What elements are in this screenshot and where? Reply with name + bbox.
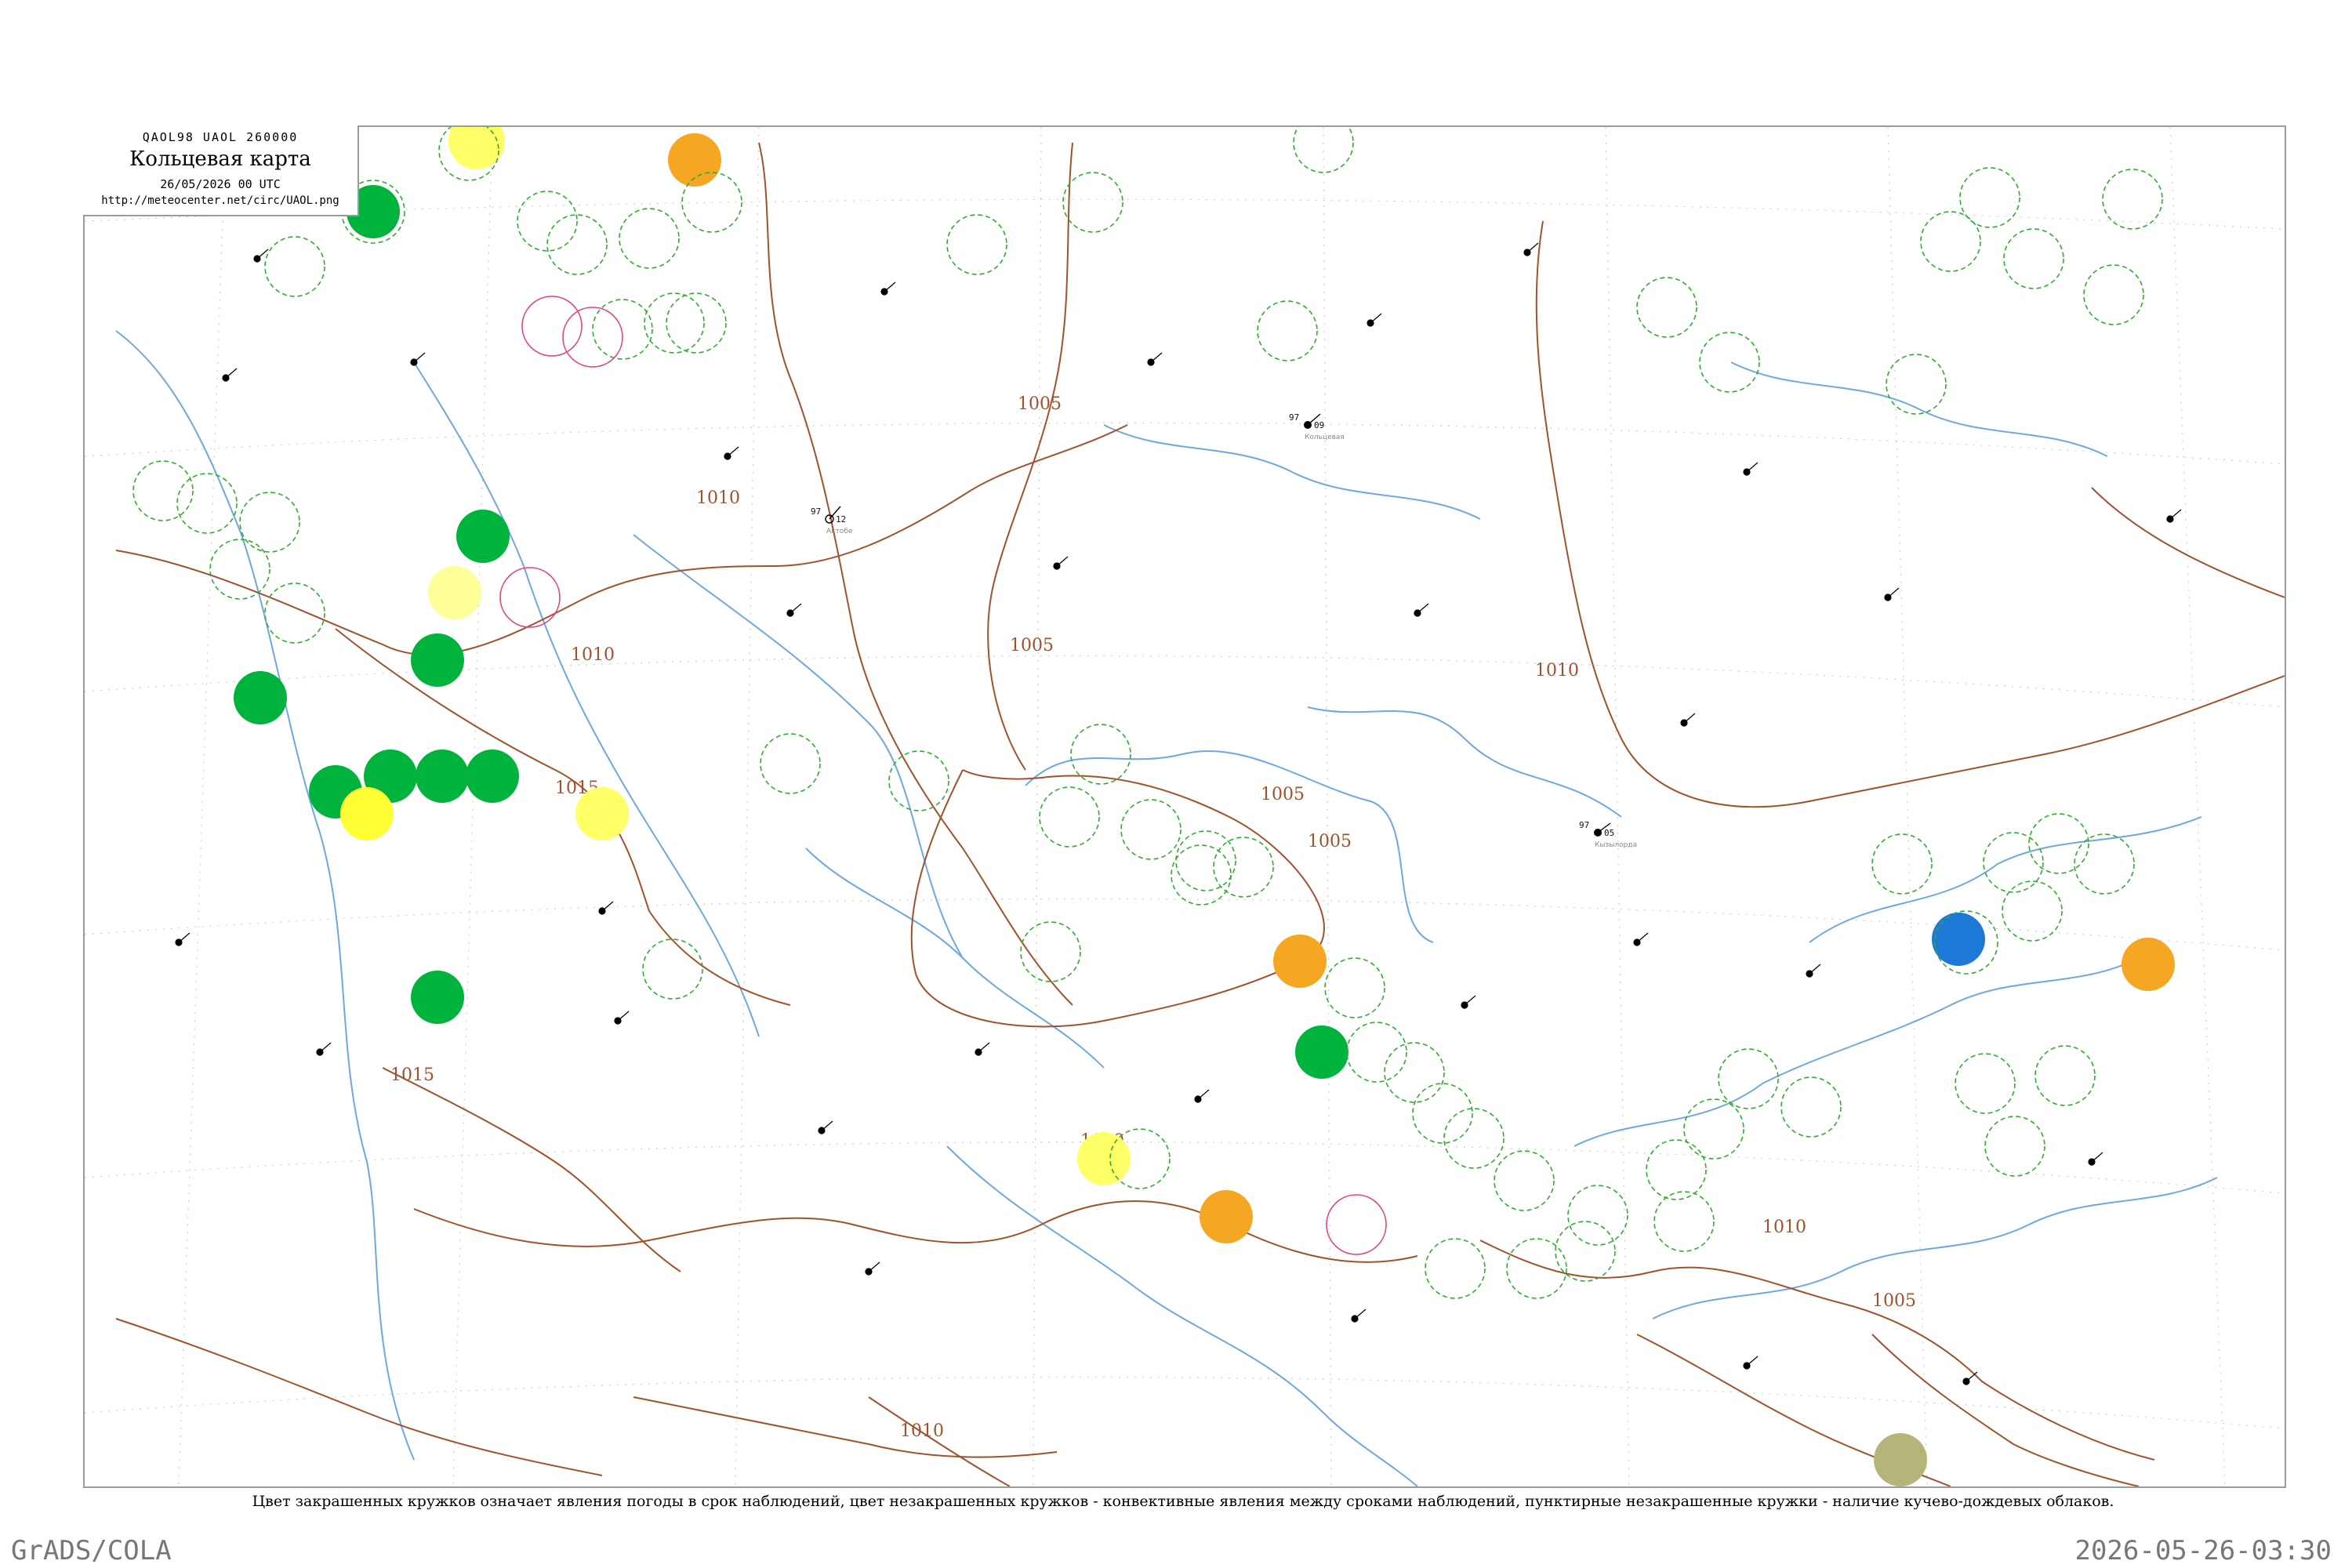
svg-text:97: 97 xyxy=(1579,820,1589,830)
thunderstorm-circle xyxy=(456,510,510,563)
fog-circle xyxy=(448,127,505,169)
svg-text:Кызылорда: Кызылорда xyxy=(1595,841,1637,849)
thunderstorm-circle xyxy=(411,633,464,687)
map-frame: 1005 1010 1015 1005 1005 1010 1010 1015 … xyxy=(83,125,2286,1488)
isobar-label: 1005 xyxy=(1018,394,1062,414)
map-source-url: http://meteocenter.net/circ/UAOL.png xyxy=(101,194,339,207)
cumulonimbus-circles xyxy=(132,127,2163,1299)
fog-circle xyxy=(340,787,394,840)
haze-circle xyxy=(1200,1190,1253,1243)
station-plot: 97 09 Кольцевая xyxy=(1289,412,1345,441)
thunderstorm-circle xyxy=(411,971,464,1024)
dust-circle xyxy=(1874,1433,1927,1486)
svg-text:97: 97 xyxy=(1289,412,1299,423)
svg-text:09: 09 xyxy=(1314,420,1324,430)
map-title: Кольцевая карта xyxy=(129,147,311,171)
haze-circle xyxy=(2122,938,2175,991)
station-plot: 97 05 Кызылорда xyxy=(1579,820,1637,849)
svg-text:Кольцевая: Кольцевая xyxy=(1305,434,1345,441)
isobars xyxy=(115,142,2285,1486)
isobar-label: 1005 xyxy=(1872,1291,1916,1311)
svg-text:97: 97 xyxy=(811,506,821,517)
convective-circles xyxy=(499,296,1387,1255)
rivers xyxy=(115,330,2218,1486)
haze-circle xyxy=(1273,935,1327,988)
thunderstorm-circle xyxy=(466,750,519,803)
isobar-label: 1010 xyxy=(1762,1218,1806,1237)
isobar-label: 1010 xyxy=(696,488,740,508)
bulletin-code: QAOL98 UAOL 260000 xyxy=(142,130,299,144)
map-title-box: QAOL98 UAOL 260000 Кольцевая карта 26/05… xyxy=(83,125,359,216)
isobar-label: 1005 xyxy=(1308,832,1352,851)
thunderstorm-circle xyxy=(234,671,287,724)
svg-text:12: 12 xyxy=(836,514,846,524)
graticule xyxy=(85,127,2285,1486)
isobar-label: 1010 xyxy=(900,1421,944,1441)
weather-map: 1005 1010 1015 1005 1005 1010 1010 1015 … xyxy=(85,127,2285,1486)
present-weather-circles xyxy=(234,127,2175,1486)
rain-circle xyxy=(1932,913,1985,966)
isobar-label-group: 1005 1010 1015 1005 1005 1010 1010 1015 … xyxy=(390,394,1916,1441)
render-timestamp: 2026-05-26-03:30 xyxy=(2074,1535,2332,1566)
legend-caption: Цвет закрашенных кружков означает явлени… xyxy=(252,1493,2114,1510)
thunderstorm-circle xyxy=(1295,1025,1348,1079)
fog-circle xyxy=(575,787,629,840)
isobar-label: 1010 xyxy=(1535,661,1579,681)
isobar-label: 1005 xyxy=(1261,785,1305,804)
isobar-label: 1010 xyxy=(571,645,615,665)
map-datetime: 26/05/2026 00 UTC xyxy=(160,177,281,191)
svg-text:Актобе: Актобе xyxy=(826,528,853,535)
fog-circle xyxy=(1077,1132,1131,1185)
thunderstorm-circle xyxy=(416,750,469,803)
station-plots: 97 09 Кольцевая 97 12 Актобе 97 05 Кызыл… xyxy=(175,242,2182,1385)
software-credit: GrADS/COLA xyxy=(11,1535,172,1566)
svg-text:05: 05 xyxy=(1604,828,1614,838)
isobar-label: 1015 xyxy=(390,1065,434,1085)
fog-circle xyxy=(428,566,481,619)
isobar-label: 1005 xyxy=(1010,636,1054,655)
